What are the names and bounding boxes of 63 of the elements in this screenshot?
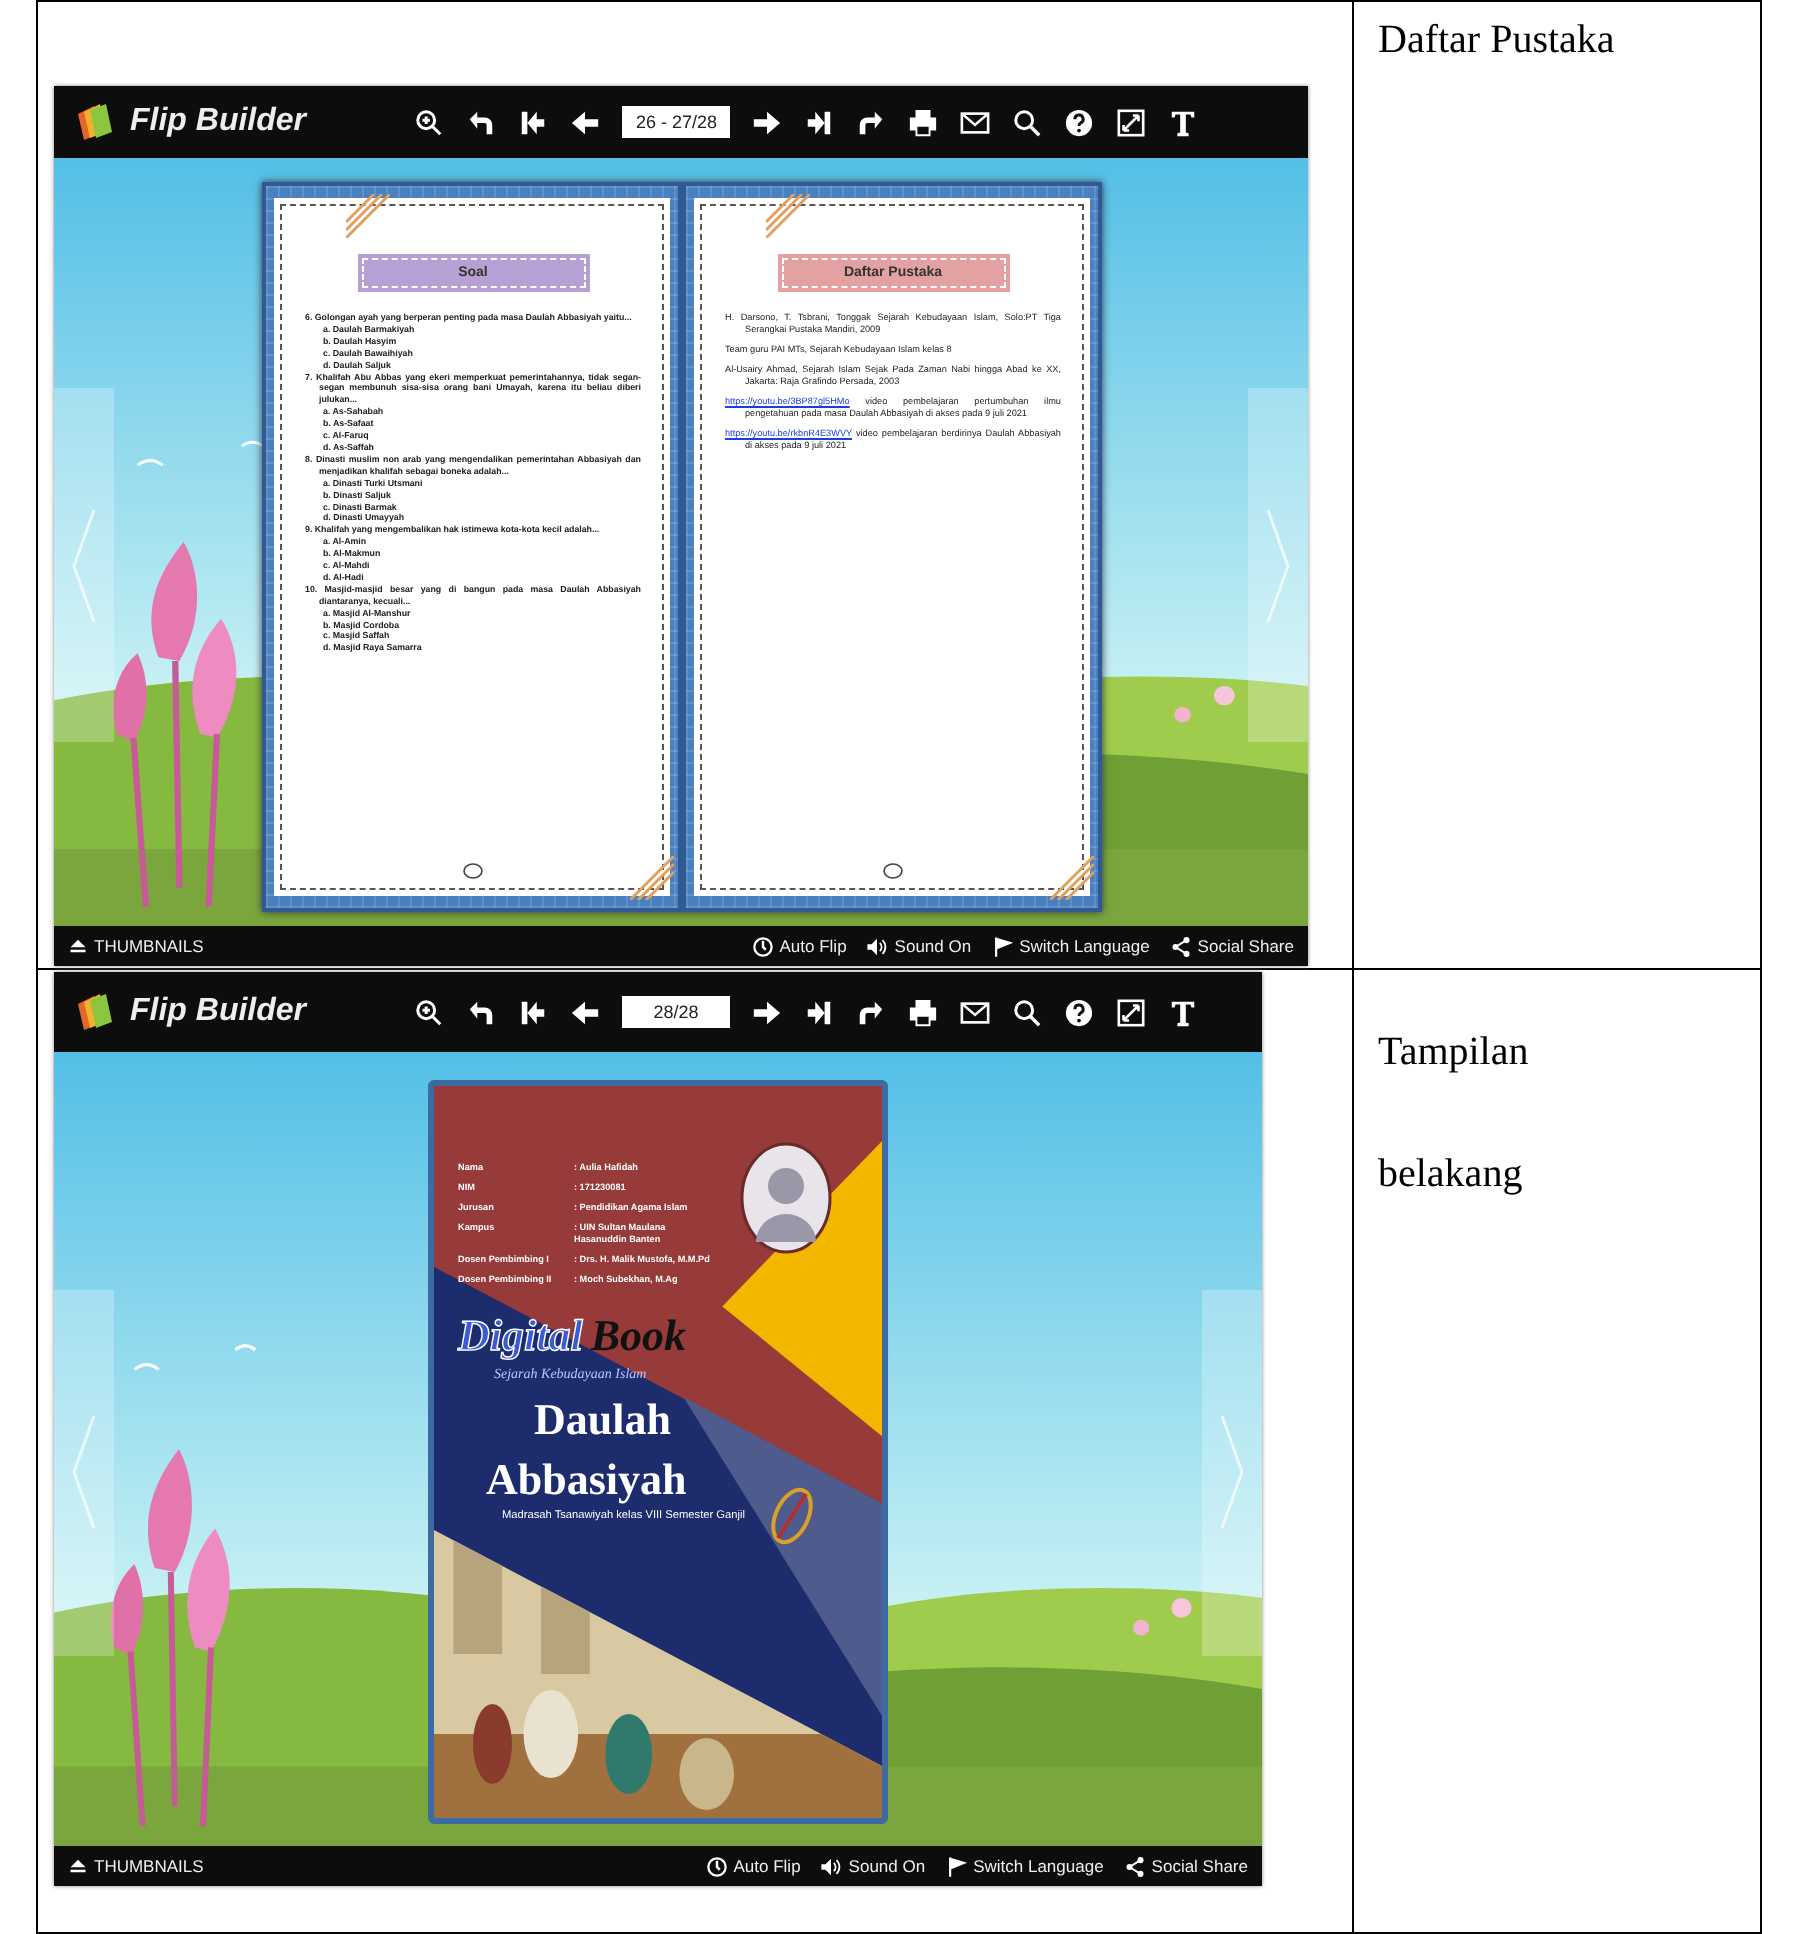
help-icon[interactable] <box>1064 997 1094 1027</box>
redo-icon[interactable] <box>856 997 886 1027</box>
first-page-icon[interactable] <box>518 107 548 137</box>
redo-icon[interactable] <box>856 107 886 137</box>
previous-icon[interactable] <box>570 997 600 1027</box>
search-icon[interactable] <box>1012 997 1042 1027</box>
zoom-in-icon[interactable] <box>414 997 444 1027</box>
eject-icon <box>68 936 88 956</box>
text-icon[interactable] <box>1168 107 1198 137</box>
thumbnails-button[interactable]: THUMBNAILS <box>62 1856 210 1876</box>
page-number-field[interactable]: 26 - 27/28 <box>622 106 730 138</box>
caption-text: Tampilan <box>1378 1030 1531 1076</box>
first-page-icon[interactable] <box>518 997 548 1027</box>
app-logo: Flip Builder <box>130 994 306 1030</box>
next-icon[interactable] <box>752 997 782 1027</box>
app-logo: Flip Builder <box>130 104 306 140</box>
fullscreen-icon[interactable] <box>1116 107 1146 137</box>
mail-icon[interactable] <box>960 997 990 1027</box>
zoom-in-icon[interactable] <box>414 107 444 137</box>
clock-icon <box>705 1855 728 1877</box>
caption-text: Daftar Pustaka <box>1378 18 1617 64</box>
caption-text: belakang <box>1378 1152 1525 1198</box>
bottom-bar-button[interactable]: Switch Language <box>985 935 1156 957</box>
last-page-icon[interactable] <box>804 997 834 1027</box>
eject-icon <box>68 1856 88 1876</box>
undo-icon[interactable] <box>466 107 496 137</box>
print-icon[interactable] <box>908 107 938 137</box>
thumbnails-button[interactable]: THUMBNAILS <box>62 936 210 956</box>
stripes-icon <box>345 194 389 238</box>
clock-icon <box>751 935 774 957</box>
speaker-icon <box>820 1855 843 1877</box>
bottom-bar-button[interactable]: Social Share <box>1117 1855 1254 1877</box>
mail-icon[interactable] <box>960 107 990 137</box>
print-icon[interactable] <box>908 997 938 1027</box>
bottom-bar-button[interactable]: Social Share <box>1163 935 1300 957</box>
undo-icon[interactable] <box>466 997 496 1027</box>
help-icon[interactable] <box>1064 107 1094 137</box>
text-icon[interactable] <box>1168 997 1198 1027</box>
bottom-bar-button[interactable]: Auto Flip <box>745 935 853 957</box>
chevron-right-icon <box>1264 505 1292 625</box>
stripes-icon <box>629 856 673 900</box>
last-page-icon[interactable] <box>804 107 834 137</box>
bottom-bar-button[interactable]: Switch Language <box>939 1855 1110 1877</box>
stripes-icon <box>1049 856 1093 900</box>
ornament-icon <box>881 862 903 880</box>
flag-icon <box>945 1855 968 1877</box>
search-icon[interactable] <box>1012 107 1042 137</box>
bottom-bar-button[interactable]: Auto Flip <box>699 1855 807 1877</box>
flag-icon <box>991 935 1014 957</box>
bottom-bar-button[interactable]: Sound On <box>814 1855 932 1877</box>
page-number-field[interactable]: 28/28 <box>622 996 730 1028</box>
stripes-icon <box>765 194 809 238</box>
share-icon <box>1169 935 1192 957</box>
previous-icon[interactable] <box>570 107 600 137</box>
ornament-icon <box>461 862 483 880</box>
next-icon[interactable] <box>752 107 782 137</box>
chevron-left-icon <box>70 505 98 625</box>
books-icon <box>74 102 118 142</box>
speaker-icon <box>866 935 889 957</box>
bottom-bar-button[interactable]: Sound On <box>860 935 978 957</box>
books-icon <box>74 992 118 1032</box>
fullscreen-icon[interactable] <box>1116 997 1146 1027</box>
share-icon <box>1123 1855 1146 1877</box>
